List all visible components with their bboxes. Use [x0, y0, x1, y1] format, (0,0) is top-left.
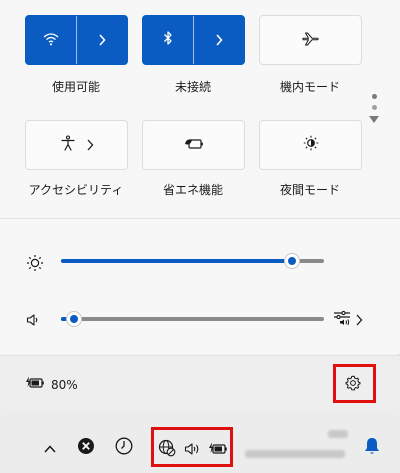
battery-charging-icon	[25, 375, 45, 394]
chevron-up-icon[interactable]	[44, 439, 56, 458]
energy-saver-tile[interactable]	[142, 120, 245, 170]
chevron-right-icon[interactable]	[86, 136, 94, 155]
audio-output-icon	[333, 309, 351, 331]
audio-output-button[interactable]	[333, 309, 363, 331]
wifi-icon	[43, 31, 59, 50]
night-light-icon	[303, 135, 319, 155]
wifi-expand-button[interactable]	[77, 16, 127, 64]
wifi-toggle[interactable]	[26, 16, 76, 64]
quick-settings-top: 使用可能 未接続 機内モード アクセシビリティ 省エネ機能 夜間モード	[0, 0, 400, 354]
night-light-tile[interactable]	[259, 120, 362, 170]
volume-slider-thumb[interactable]	[66, 311, 82, 327]
brightness-slider-thumb[interactable]	[284, 253, 300, 269]
energy-saver-icon	[184, 136, 204, 155]
page-dot[interactable]	[371, 94, 377, 99]
battery-percent: 80%	[51, 377, 78, 392]
brightness-slider-fill	[61, 259, 292, 263]
bluetooth-icon	[163, 30, 173, 50]
bluetooth-toggle[interactable]	[143, 16, 193, 64]
brightness-slider[interactable]	[61, 253, 324, 269]
quick-settings-footer: 80%	[0, 355, 400, 410]
page-down-arrow-icon[interactable]	[369, 116, 379, 123]
notification-bell-icon[interactable]	[364, 437, 380, 459]
bluetooth-tile[interactable]	[142, 15, 245, 65]
page-dot[interactable]	[371, 105, 377, 110]
accessibility-tile[interactable]	[25, 120, 128, 170]
wifi-tile[interactable]	[25, 15, 128, 65]
divider	[0, 218, 400, 219]
battery-status[interactable]: 80%	[25, 375, 78, 394]
bluetooth-expand-button[interactable]	[194, 16, 244, 64]
blurred-time	[328, 430, 348, 438]
settings-highlight-box	[333, 364, 376, 403]
night-light-label: 夜間モード	[279, 183, 340, 197]
chevron-right-icon	[215, 31, 223, 50]
blurred-date	[245, 450, 345, 458]
airplane-icon	[302, 31, 320, 50]
airplane-mode-label: 機内モード	[279, 80, 340, 94]
tray-highlight-box	[151, 427, 233, 467]
close-circle-icon[interactable]	[77, 437, 95, 459]
taskbar	[0, 422, 400, 473]
accessibility-icon	[60, 135, 76, 155]
brightness-icon	[26, 254, 44, 276]
quick-settings-panel: 使用可能 未接続 機内モード アクセシビリティ 省エネ機能 夜間モード 80%	[0, 0, 400, 410]
volume-slider[interactable]	[61, 311, 324, 327]
chevron-right-icon	[355, 311, 363, 330]
speaker-icon[interactable]	[26, 312, 40, 331]
page-indicator[interactable]	[369, 94, 379, 123]
chevron-right-icon	[98, 31, 106, 50]
clock-icon[interactable]	[115, 437, 133, 459]
airplane-mode-tile[interactable]	[259, 15, 362, 65]
